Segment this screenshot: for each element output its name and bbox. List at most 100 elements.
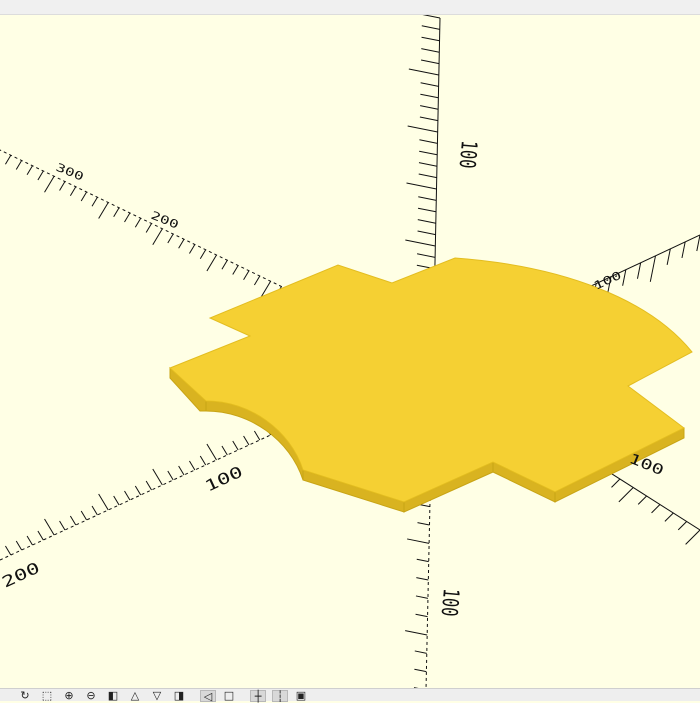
z-axis-tick — [414, 668, 427, 673]
zoom-in-icon[interactable]: ⊕ — [62, 690, 76, 701]
reset-view-icon[interactable]: ↻ — [18, 690, 32, 701]
y-axis-tick — [80, 510, 88, 521]
y-axis-tick — [113, 495, 120, 506]
3d-viewport[interactable]: 100 300 200 100 100 200 100 100 — [0, 15, 700, 690]
perspective-icon[interactable]: ◁ — [200, 690, 216, 702]
y-axis-tick — [167, 470, 174, 481]
y-neg-label-100: 100 — [202, 463, 246, 496]
x-axis-tick — [666, 248, 671, 265]
x-axis-tick — [98, 202, 109, 219]
x-axis-tick — [152, 228, 163, 246]
z-axis-tick — [420, 82, 439, 87]
z-axis-tick — [416, 577, 429, 581]
show-scale-icon[interactable]: ┆ — [272, 690, 288, 702]
y-axis-tick — [637, 495, 647, 505]
x-axis-tick — [37, 170, 44, 181]
y-axis-tick — [685, 529, 700, 545]
z-axis-tick — [416, 558, 429, 563]
x-axis-tick — [232, 265, 239, 275]
z-axis-tick — [415, 595, 429, 599]
x-axis-tick — [4, 154, 12, 165]
y-axis-tick — [178, 465, 185, 476]
y-axis-tick — [26, 535, 33, 546]
view-all-icon[interactable]: ⬚ — [40, 690, 54, 701]
x-axis-tick — [243, 270, 250, 281]
x-axis-tick — [189, 244, 196, 254]
x-axis-tick — [44, 175, 55, 193]
y-axis-tick — [243, 435, 250, 446]
y-axis-tick — [253, 430, 261, 441]
z-axis-tick — [418, 173, 437, 179]
y-axis-tick — [98, 493, 109, 511]
z-axis-tick — [422, 15, 441, 19]
zoom-out-icon[interactable]: ⊖ — [84, 690, 98, 701]
z-axis-tick — [419, 150, 438, 156]
z-axis-tick — [414, 650, 427, 654]
view-toolbar: ↻ ⬚ ⊕ ⊖ ◧ △ ▽ ◨ ◁ □ ┼ ┆ ▣ — [0, 688, 700, 702]
x-axis-tick — [206, 254, 217, 272]
y-axis-tick — [677, 521, 688, 531]
y-axis-tick — [199, 455, 207, 466]
y-neg-label-200: 200 — [0, 559, 43, 592]
x-axis-tick — [145, 223, 152, 233]
z-axis-tick — [417, 230, 436, 236]
view-bottom-icon[interactable]: ▽ — [150, 690, 164, 701]
z-axis-tick — [417, 207, 437, 213]
x-axis-tick — [636, 262, 642, 279]
z-axis-tick — [421, 25, 440, 30]
z-axis-tick — [419, 116, 438, 122]
z-axis-tick — [420, 105, 439, 110]
y-axis-tick — [189, 460, 196, 471]
x-axis-tick — [80, 191, 88, 202]
z-axis-tick — [408, 68, 439, 76]
x-axis-tick — [253, 275, 261, 286]
z-axis-tick — [421, 48, 440, 53]
x-axis-tick — [113, 207, 120, 218]
y-axis-tick — [145, 480, 152, 491]
z-axis-tick — [405, 239, 436, 247]
z-axis-tick — [406, 182, 437, 190]
y-axis-tick — [618, 487, 634, 503]
x-axis-tick — [167, 233, 174, 244]
x-pos-label-100: 100 — [592, 269, 624, 293]
x-axis-tick — [15, 160, 23, 170]
x-axis-tick — [91, 196, 98, 207]
z-axis-tick — [407, 538, 430, 544]
z-axis-tick — [415, 613, 428, 618]
z-axis-tick — [407, 125, 438, 133]
y-axis-tick — [37, 530, 44, 541]
z-axis-tick — [420, 93, 439, 99]
view-left-icon[interactable]: ◨ — [172, 690, 186, 701]
x-axis-tick — [681, 241, 686, 259]
x-axis-tick — [26, 165, 33, 176]
y-axis-tick — [611, 478, 621, 488]
x-axis-tick — [178, 238, 185, 249]
z-neg-label-100: 100 — [436, 587, 464, 617]
y-axis-tick — [664, 512, 674, 522]
view-right-icon[interactable]: ◧ — [106, 690, 120, 701]
x-axis-tick — [221, 259, 228, 270]
y-axis-tick — [4, 545, 12, 556]
x-axis-tick — [124, 212, 131, 223]
y-axis-tick — [91, 505, 98, 516]
y-axis-tick — [221, 445, 228, 456]
y-axis-tick — [651, 504, 661, 514]
orthogonal-icon[interactable]: □ — [222, 690, 236, 701]
x-axis-tick — [622, 269, 627, 286]
z-axis-tick — [405, 630, 428, 636]
yellow-plate-model[interactable] — [169, 257, 693, 513]
y-axis-tick — [232, 440, 239, 451]
y-axis-tick — [44, 518, 55, 536]
show-axes-icon[interactable]: ┼ — [250, 690, 266, 702]
view-top-icon[interactable]: △ — [128, 690, 142, 701]
z-axis-tick — [421, 36, 440, 42]
x-axis-tick — [59, 181, 66, 191]
z-axis-tick — [417, 522, 430, 526]
y-axis-tick — [206, 443, 217, 461]
y-axis-tick — [59, 520, 66, 531]
y-axis-tick — [152, 468, 163, 486]
z-axis-tick — [419, 139, 438, 144]
x-axis-tick — [199, 249, 207, 260]
z-axis-tick — [417, 219, 436, 224]
show-edges-icon[interactable]: ▣ — [294, 690, 308, 701]
